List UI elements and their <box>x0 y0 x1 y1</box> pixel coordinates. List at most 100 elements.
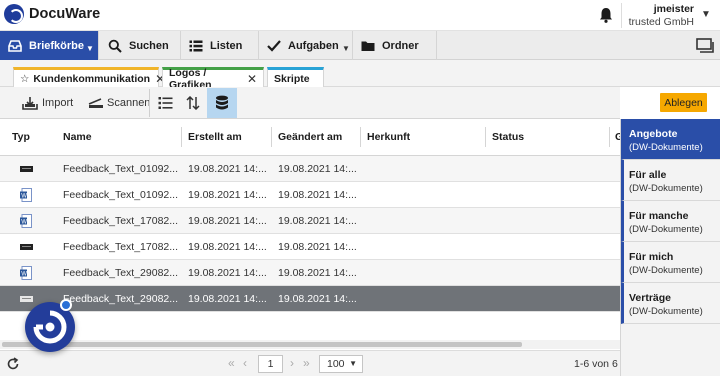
cell-modified: 19.08.2021 14:... <box>278 241 357 253</box>
search-icon <box>108 39 122 53</box>
chevron-down-icon[interactable]: ▼ <box>701 9 711 20</box>
column-header-erstellt[interactable]: Erstellt am <box>188 131 242 143</box>
tray-title: Für mich <box>629 251 674 263</box>
column-header-typ[interactable]: Typ <box>12 131 30 143</box>
top-bar: DocuWare jmeister trusted GmbH ▼ <box>0 0 720 31</box>
tab-label: Kundenkommunikation <box>33 72 151 85</box>
page-number-input[interactable]: 1 <box>258 355 283 373</box>
tray-subtitle: (DW-Dokumente) <box>629 183 703 194</box>
chevron-down-icon[interactable]: ▼ <box>342 44 350 53</box>
docuware-logo[interactable]: DocuWare <box>4 4 100 24</box>
pagination-bar: « ‹ 1 › » 100 ▼ 1-6 von 6 <box>0 350 620 376</box>
list-icon <box>158 97 172 109</box>
tray-title: Für manche <box>629 210 689 222</box>
notification-dot <box>60 299 72 311</box>
last-page-icon[interactable]: » <box>303 356 310 370</box>
import-icon <box>22 97 38 110</box>
sort-button[interactable] <box>181 91 205 115</box>
table-row[interactable]: W Feedback_Text_17082... 19.08.2021 14:.… <box>0 208 620 234</box>
svg-text:W: W <box>21 272 27 278</box>
document-trays-panel: Angebote (DW-Dokumente) Für alle (DW-Dok… <box>620 119 720 376</box>
import-button[interactable]: Import <box>22 91 73 115</box>
scan-button[interactable]: Scannen <box>88 91 150 115</box>
cell-name: Feedback_Text_01092... <box>63 163 178 175</box>
text-file-icon <box>20 166 33 172</box>
nav-ordner[interactable]: Ordner <box>353 31 437 60</box>
column-header-name[interactable]: Name <box>63 131 92 143</box>
table-row[interactable]: Feedback_Text_17082... 19.08.2021 14:...… <box>0 234 620 260</box>
column-divider[interactable] <box>360 127 361 147</box>
table-row[interactable]: Feedback_Text_01092... 19.08.2021 14:...… <box>0 156 620 182</box>
cell-modified: 19.08.2021 14:... <box>278 215 357 227</box>
tab-skripte[interactable]: Skripte <box>267 67 324 87</box>
list-icon <box>189 40 203 51</box>
cell-name: Feedback_Text_17082... <box>63 215 178 227</box>
word-file-icon: W <box>20 214 32 228</box>
tab-logos-grafiken[interactable]: Logos / Grafiken ✕ <box>162 67 264 91</box>
checkmark-icon <box>267 39 281 52</box>
cell-modified: 19.08.2021 14:... <box>278 293 357 305</box>
nav-listen[interactable]: Listen <box>181 31 259 60</box>
tab-label: Skripte <box>274 72 310 85</box>
star-icon[interactable]: ☆ <box>20 73 29 85</box>
docuware-logo-icon <box>4 4 24 24</box>
nav-briefkorbe[interactable]: Briefkörbe ▼ <box>0 31 99 60</box>
tray-icon <box>8 39 22 52</box>
column-header-geaendert[interactable]: Geändert am <box>278 131 342 143</box>
bell-icon[interactable] <box>597 6 615 24</box>
next-page-icon[interactable]: › <box>290 356 294 370</box>
tray-fuer-alle[interactable]: Für alle (DW-Dokumente) <box>621 160 720 201</box>
folder-icon <box>361 41 375 51</box>
column-header-herkunft[interactable]: Herkunft <box>367 131 410 143</box>
word-file-icon: W <box>20 188 32 202</box>
table-row-selected[interactable]: Feedback_Text_29082... 19.08.2021 14:...… <box>0 286 620 312</box>
tray-title: Angebote <box>629 128 678 140</box>
svg-text:W: W <box>21 220 27 226</box>
column-divider[interactable] <box>271 127 272 147</box>
tray-fuer-manche[interactable]: Für manche (DW-Dokumente) <box>621 201 720 242</box>
cell-name: Feedback_Text_29082... <box>63 293 178 305</box>
database-icon <box>216 95 228 110</box>
table-header: Typ Name Erstellt am Geändert am Herkunf… <box>0 119 620 156</box>
column-header-status[interactable]: Status <box>492 131 524 143</box>
tray-title: Für alle <box>629 169 667 181</box>
first-page-icon[interactable]: « <box>228 356 235 370</box>
nav-suchen[interactable]: Suchen <box>99 31 181 60</box>
monitor-icon[interactable] <box>696 38 714 54</box>
column-divider[interactable] <box>485 127 486 147</box>
nav-listen-label: Listen <box>210 39 243 52</box>
tray-subtitle: (DW-Dokumente) <box>629 142 703 153</box>
horizontal-scrollbar[interactable] <box>0 340 620 349</box>
tray-title: Verträge <box>629 292 672 304</box>
chevron-down-icon[interactable]: ▼ <box>86 44 94 53</box>
list-view-button[interactable] <box>153 91 177 115</box>
cell-created: 19.08.2021 14:... <box>188 163 267 175</box>
database-view-button[interactable] <box>207 88 237 118</box>
table-row[interactable]: W Feedback_Text_01092... 19.08.2021 14:.… <box>0 182 620 208</box>
cell-created: 19.08.2021 14:... <box>188 215 267 227</box>
user-name: jmeister <box>653 3 694 15</box>
tray-fuer-mich[interactable]: Für mich (DW-Dokumente) <box>621 242 720 283</box>
user-menu[interactable]: jmeister trusted GmbH <box>622 3 694 29</box>
toolbar-divider <box>149 89 150 117</box>
svg-text:W: W <box>21 194 27 200</box>
nav-briefkorbe-label: Briefkörbe <box>29 39 85 52</box>
nav-aufgaben[interactable]: Aufgaben ▼ <box>259 31 353 60</box>
column-divider[interactable] <box>181 127 182 147</box>
page-size-select[interactable]: 100 ▼ <box>319 355 363 373</box>
cell-name: Feedback_Text_01092... <box>63 189 178 201</box>
nav-aufgaben-label: Aufgaben <box>288 39 339 52</box>
tray-angebote[interactable]: Angebote (DW-Dokumente) <box>621 119 720 160</box>
ablegen-button[interactable]: Ablegen <box>660 93 707 112</box>
cell-created: 19.08.2021 14:... <box>188 241 267 253</box>
sort-icon <box>186 96 200 110</box>
previous-page-icon[interactable]: ‹ <box>243 356 247 370</box>
tray-subtitle: (DW-Dokumente) <box>629 306 703 317</box>
refresh-icon[interactable] <box>6 357 20 371</box>
column-divider[interactable] <box>609 127 610 147</box>
close-icon[interactable]: ✕ <box>247 72 257 86</box>
tab-kundenkommunikation[interactable]: ☆ Kundenkommunikation ✕ <box>13 67 165 87</box>
table-row[interactable]: W Feedback_Text_29082... 19.08.2021 14:.… <box>0 260 620 286</box>
scrollbar-thumb[interactable] <box>2 342 522 347</box>
tray-vertraege[interactable]: Verträge (DW-Dokumente) <box>621 283 720 324</box>
